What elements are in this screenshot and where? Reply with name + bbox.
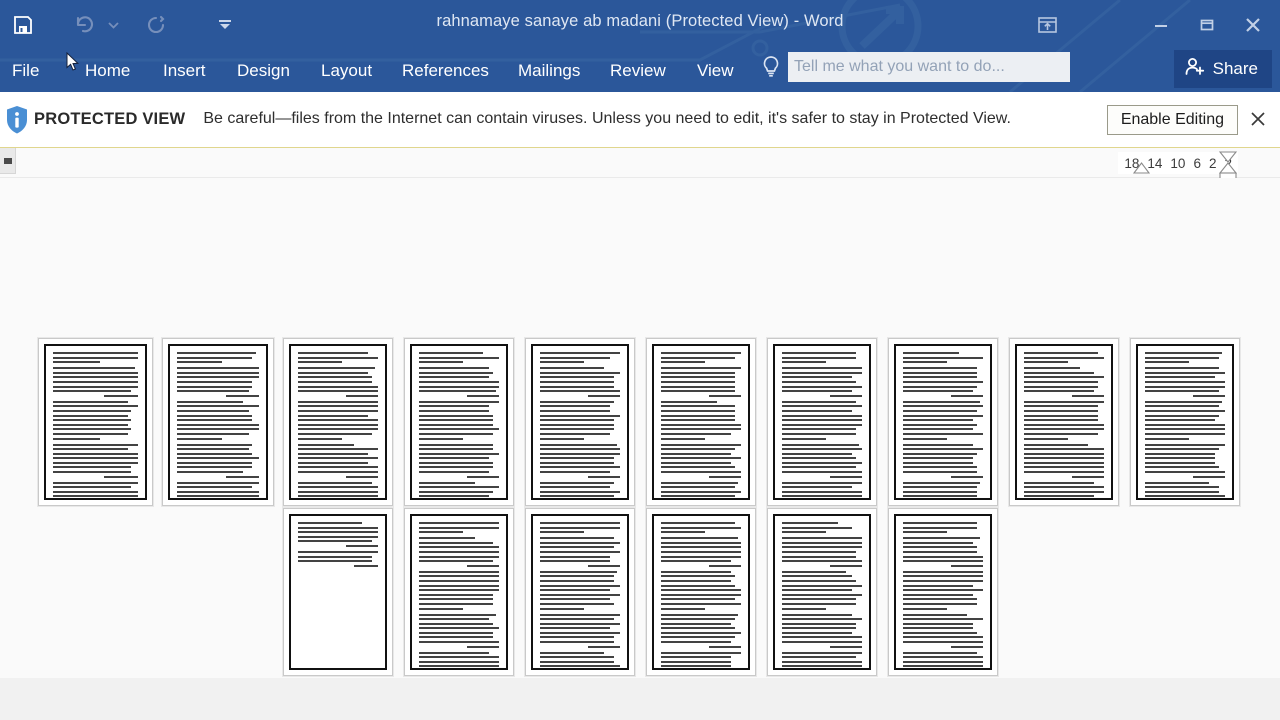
tab-view[interactable]: View — [697, 50, 734, 92]
page-border-outer — [773, 514, 871, 670]
hruler-num-6: 6 — [1193, 155, 1201, 171]
document-canvas[interactable] — [0, 178, 1280, 720]
ribbon-display-options-icon[interactable] — [1024, 4, 1070, 46]
page-text-area — [290, 515, 386, 669]
page-thumbnail[interactable] — [283, 508, 393, 676]
page-thumbnail[interactable] — [646, 508, 756, 676]
page-border-outer — [410, 344, 508, 500]
page-text-area — [1137, 345, 1233, 499]
page-thumbnail[interactable] — [525, 338, 635, 506]
protected-view-message: Be careful—files from the Internet can c… — [203, 110, 1011, 128]
page-thumbnail[interactable] — [1130, 338, 1240, 506]
info-shield-icon — [2, 105, 32, 135]
page-text-area — [653, 345, 749, 499]
tab-home[interactable]: Home — [85, 50, 130, 92]
page-text-area — [532, 515, 628, 669]
title-bar: rahnamaye sanaye ab madani (Protected Vi… — [0, 0, 1280, 92]
page-thumbnail[interactable] — [404, 338, 514, 506]
page-text-area — [774, 515, 870, 669]
enable-editing-button[interactable]: Enable Editing — [1106, 105, 1238, 135]
page-border-outer — [894, 514, 992, 670]
page-border-outer — [531, 514, 629, 670]
page-thumbnail[interactable] — [525, 508, 635, 676]
tell-me-search-input[interactable] — [788, 52, 1070, 82]
ribbon-tab-strip: File Home Insert Design Layout Reference… — [0, 50, 1280, 92]
page-border-outer — [1136, 344, 1234, 500]
page-thumbnail[interactable] — [767, 338, 877, 506]
page-border-outer — [289, 344, 387, 500]
page-text-area — [1016, 345, 1112, 499]
page-border-outer — [894, 344, 992, 500]
page-border-outer — [531, 344, 629, 500]
minimize-button[interactable] — [1138, 4, 1184, 46]
page-thumbnail[interactable] — [283, 338, 393, 506]
tab-mailings[interactable]: Mailings — [518, 50, 580, 92]
page-thumbnail[interactable] — [38, 338, 153, 506]
protected-view-bar: PROTECTED VIEW Be careful—files from the… — [0, 92, 1280, 148]
tab-stop-icon — [3, 157, 12, 164]
page-text-area — [895, 515, 991, 669]
page-border-outer — [289, 514, 387, 670]
page-thumbnail[interactable] — [767, 508, 877, 676]
tab-review[interactable]: Review — [610, 50, 666, 92]
lightbulb-icon — [760, 54, 782, 80]
page-text-area — [45, 345, 146, 499]
tab-stop-selector[interactable] — [0, 148, 16, 174]
page-text-area — [411, 345, 507, 499]
page-border-outer — [773, 344, 871, 500]
page-thumbnail[interactable] — [404, 508, 514, 676]
tell-me-container — [760, 52, 1070, 82]
hruler-num-10: 10 — [1170, 155, 1186, 171]
page-thumbnail[interactable] — [162, 338, 274, 506]
page-text-area — [532, 345, 628, 499]
page-text-area — [653, 515, 749, 669]
page-thumbnail[interactable] — [1009, 338, 1119, 506]
tab-file[interactable]: File — [12, 50, 39, 92]
horizontal-ruler[interactable]: 18 14 10 6 2 2 — [0, 148, 1280, 183]
window-title: rahnamaye sanaye ab madani (Protected Vi… — [436, 12, 844, 30]
restore-button[interactable] — [1184, 4, 1230, 46]
share-label: Share — [1212, 59, 1258, 78]
page-border-outer — [1015, 344, 1113, 500]
page-text-area — [290, 345, 386, 499]
share-person-icon — [1184, 56, 1206, 83]
tab-references[interactable]: References — [402, 50, 489, 92]
tab-design[interactable]: Design — [237, 50, 290, 92]
close-protected-view-icon[interactable] — [1246, 105, 1270, 133]
hruler-num-2a: 2 — [1208, 155, 1217, 171]
protected-view-label: PROTECTED VIEW — [34, 110, 186, 128]
page-thumbnail[interactable] — [646, 338, 756, 506]
page-text-area — [895, 345, 991, 499]
page-thumbnail[interactable] — [888, 508, 998, 676]
window-controls — [1138, 4, 1276, 46]
page-border-outer — [410, 514, 508, 670]
close-button[interactable] — [1230, 4, 1276, 46]
tab-layout[interactable]: Layout — [321, 50, 372, 92]
page-border-outer — [168, 344, 268, 500]
page-thumbnail[interactable] — [888, 338, 998, 506]
page-text-area — [169, 345, 267, 499]
page-border-outer — [652, 514, 750, 670]
page-thumbnail-grid — [0, 178, 1280, 720]
page-text-area — [774, 345, 870, 499]
page-border-outer — [44, 344, 147, 500]
share-button[interactable]: Share — [1173, 50, 1272, 88]
word-window: rahnamaye sanaye ab madani (Protected Vi… — [0, 0, 1280, 720]
page-border-outer — [652, 344, 750, 500]
page-text-area — [411, 515, 507, 669]
tab-insert[interactable]: Insert — [163, 50, 206, 92]
mouse-cursor — [66, 51, 80, 72]
